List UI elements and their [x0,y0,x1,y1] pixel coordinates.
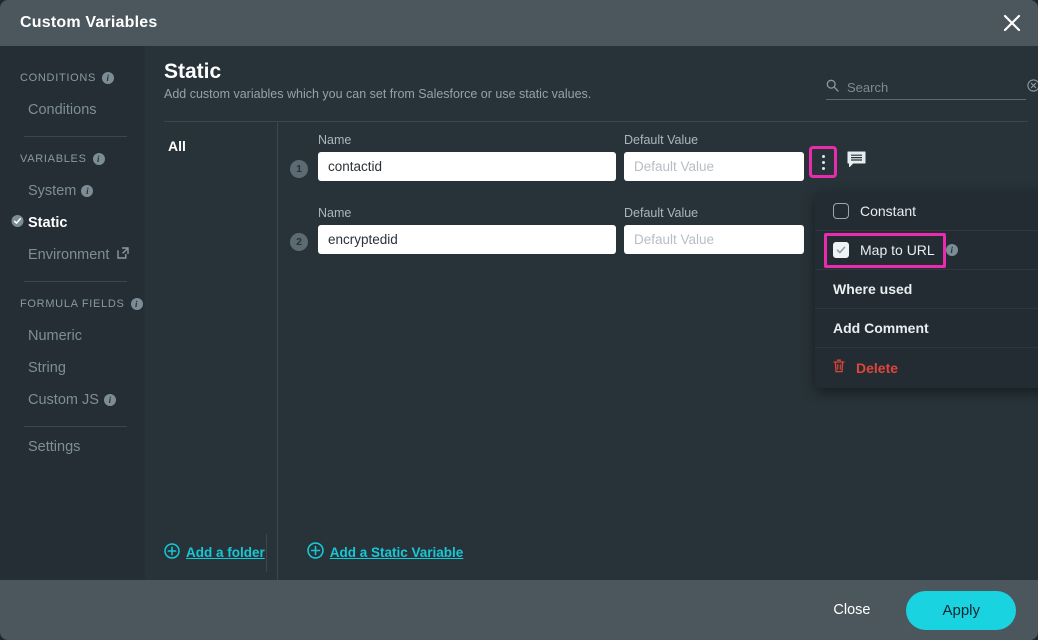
info-icon[interactable]: i [92,153,105,165]
apply-button[interactable]: Apply [906,590,1016,630]
menu-item-add-comment[interactable]: Add Comment [815,309,1038,348]
check-circle-icon [11,215,24,232]
name-field-label: Name [318,133,352,147]
menu-item-where-used[interactable]: Where used [815,270,1038,309]
sidebar-item-numeric[interactable]: Numeric [0,320,145,352]
menu-item-label: Add Comment [833,320,929,336]
menu-item-delete[interactable]: Delete [815,348,1038,387]
plus-circle-icon [307,542,324,562]
page-subtitle: Add custom variables which you can set f… [164,87,592,101]
sidebar-item-label: Conditions [28,102,97,118]
sidebar-item-label: String [28,360,66,376]
info-icon[interactable]: i [130,298,143,310]
menu-item-label: Where used [833,281,913,297]
dialog-footer: Close Apply [0,580,1038,640]
sidebar-divider [24,281,127,282]
add-static-variable-button[interactable]: Add a Static Variable [307,542,464,562]
sidebar-item-label: Custom JS [28,392,99,408]
row-number: 2 [290,233,308,251]
menu-item-constant[interactable]: Constant [815,192,1038,231]
default-value-field-group: Default Value [624,206,804,254]
add-folder-label: Add a folder [186,544,265,560]
kebab-dot [821,160,825,164]
sidebar-group-formula-fields-label: FORMULA FIELDS i [0,286,145,320]
sidebar-item-environment[interactable]: Environment [0,239,145,271]
table-row: 1 Name Default Value [278,122,1038,195]
info-icon[interactable]: i [103,394,116,406]
sidebar-item-label: Static [28,215,68,231]
menu-item-label: Constant [860,203,917,219]
menu-item-label: Map to URL [860,242,935,258]
checkbox-checked-icon[interactable] [833,242,849,258]
dialog-title: Custom Variables [20,14,158,31]
folder-column: All [146,122,278,580]
add-static-variable-label: Add a Static Variable [329,544,464,560]
close-icon[interactable] [998,9,1026,37]
search-icon [826,79,839,97]
sidebar-item-static[interactable]: Static [0,207,145,239]
sidebar-item-system[interactable]: System i [0,175,145,207]
sidebar-item-label: Numeric [28,328,82,344]
sidebar-item-settings[interactable]: Settings [0,431,145,463]
close-button[interactable]: Close [819,594,884,626]
sidebar-item-label: Settings [28,439,81,455]
sidebar-item-custom-js[interactable]: Custom JS i [0,384,145,416]
search-box [826,76,1038,100]
menu-item-label: Delete [856,359,899,376]
sidebar-divider [24,426,127,427]
name-field-group: Name [318,206,616,254]
sidebar-group-label-text: FORMULA FIELDS [20,298,125,310]
sidebar-item-conditions[interactable]: Conditions [0,94,145,126]
page-title: Static [164,60,222,83]
sidebar-group-variables-label: VARIABLES i [0,141,145,175]
sidebar-item-label: System [28,183,77,199]
sidebar: CONDITIONS i Conditions VARIABLES i Syst… [0,46,145,580]
menu-item-map-to-url[interactable]: Map to URL i [815,231,1038,270]
sidebar-group-label-text: CONDITIONS [20,72,97,84]
default-value-input[interactable] [624,152,804,181]
folder-item-all[interactable]: All [146,122,277,154]
sidebar-group-conditions-label: CONDITIONS i [0,60,145,94]
kebab-dot [821,154,825,158]
default-value-field-label: Default Value [624,206,699,220]
default-value-field-group: Default Value [624,133,804,181]
add-folder-button[interactable]: Add a folder [164,542,265,562]
custom-variables-dialog: Custom Variables CONDITIONS i Conditions… [0,0,1038,640]
row-number: 1 [290,160,308,178]
name-field-label: Name [318,206,352,220]
info-icon[interactable]: i [102,72,115,84]
info-icon[interactable]: i [945,244,958,256]
external-link-icon [117,247,130,263]
name-input[interactable] [318,225,616,254]
trash-icon [833,359,845,376]
row-menu-button[interactable] [809,146,837,178]
dialog-titlebar: Custom Variables [0,0,1038,46]
plus-circle-icon [164,542,180,562]
radio-unchecked-icon[interactable] [833,203,849,219]
default-value-input[interactable] [624,225,804,254]
add-bar: Add a folder Add a Static Variable [146,524,1038,580]
row-actions [809,146,866,178]
sidebar-group-label-text: VARIABLES [20,153,87,165]
sidebar-item-string[interactable]: String [0,352,145,384]
kebab-dot [821,166,825,170]
default-value-field-label: Default Value [624,133,699,147]
add-bar-divider [266,534,267,572]
clear-icon[interactable] [1027,78,1038,97]
info-icon[interactable]: i [81,185,94,197]
search-input[interactable] [847,80,1023,95]
sidebar-divider [24,136,127,137]
row-context-menu: Constant Map to URL i Where used Add Com… [815,192,1038,388]
name-input[interactable] [318,152,616,181]
name-field-group: Name [318,133,616,181]
sidebar-item-label: Environment [28,247,110,263]
comment-icon[interactable] [847,151,866,173]
